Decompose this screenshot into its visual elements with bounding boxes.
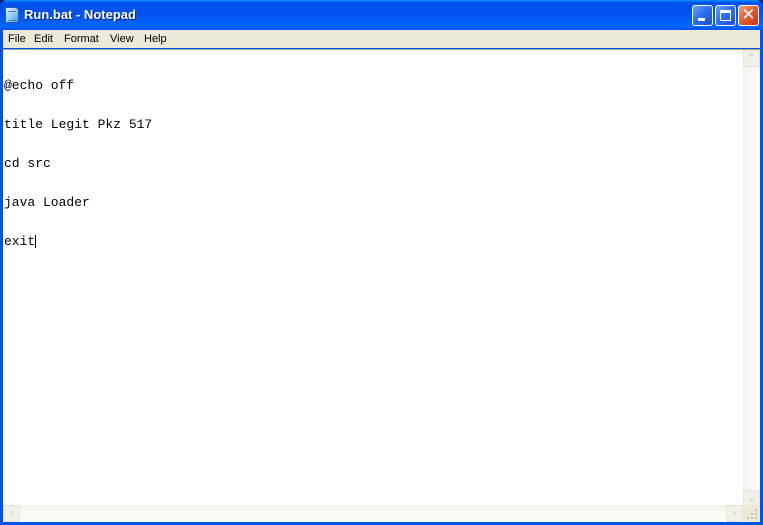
- grip-dot: [751, 513, 753, 515]
- text-line-last: exit: [4, 235, 742, 248]
- menu-view[interactable]: View: [107, 32, 137, 46]
- notepad-window: Run.bat - Notepad ✕ File Edit Format Vie…: [0, 0, 763, 525]
- horizontal-scrollbar[interactable]: ‹ ›: [3, 505, 743, 522]
- grip-dot: [755, 517, 757, 519]
- text-line: cd src: [4, 156, 51, 171]
- vertical-scrollbar[interactable]: ⌃ ⌄: [743, 50, 760, 507]
- title-bar[interactable]: Run.bat - Notepad ✕: [0, 0, 763, 30]
- menu-help[interactable]: Help: [141, 32, 170, 46]
- chevron-down-icon: ⌄: [747, 493, 756, 504]
- maximize-button[interactable]: [715, 5, 736, 26]
- editor-area: @echo off title Legit Pkz 517 cd src jav…: [3, 49, 760, 522]
- menu-edit[interactable]: Edit: [31, 32, 56, 46]
- text-caret: [35, 235, 37, 248]
- text-line: java Loader: [4, 195, 90, 210]
- window-title: Run.bat - Notepad: [24, 7, 136, 22]
- text-line: title Legit Pkz 517: [4, 117, 153, 132]
- grip-dot: [755, 513, 757, 515]
- close-icon: ✕: [741, 5, 756, 25]
- grip-dot: [755, 509, 757, 511]
- grip-dot: [751, 517, 753, 519]
- minimize-icon: [698, 18, 705, 21]
- menu-format[interactable]: Format: [61, 32, 102, 46]
- grip-dot: [747, 517, 749, 519]
- text-line: @echo off: [4, 78, 75, 93]
- chevron-up-icon: ⌃: [747, 53, 756, 64]
- notepad-icon[interactable]: [5, 7, 19, 23]
- scroll-left-button[interactable]: ‹: [3, 505, 20, 522]
- scroll-up-button[interactable]: ⌃: [743, 50, 760, 67]
- menu-file[interactable]: File: [5, 32, 29, 46]
- text-editor[interactable]: @echo off title Legit Pkz 517 cd src jav…: [4, 51, 742, 507]
- chevron-right-icon: ›: [732, 508, 737, 519]
- chevron-left-icon: ‹: [9, 508, 14, 519]
- resize-grip[interactable]: [743, 505, 760, 522]
- scroll-right-button[interactable]: ›: [726, 505, 743, 522]
- close-button[interactable]: ✕: [738, 5, 759, 26]
- menu-bar: File Edit Format View Help: [3, 30, 760, 48]
- minimize-button[interactable]: [692, 5, 713, 26]
- text-line-content: exit: [4, 234, 36, 249]
- maximize-icon: [720, 10, 731, 21]
